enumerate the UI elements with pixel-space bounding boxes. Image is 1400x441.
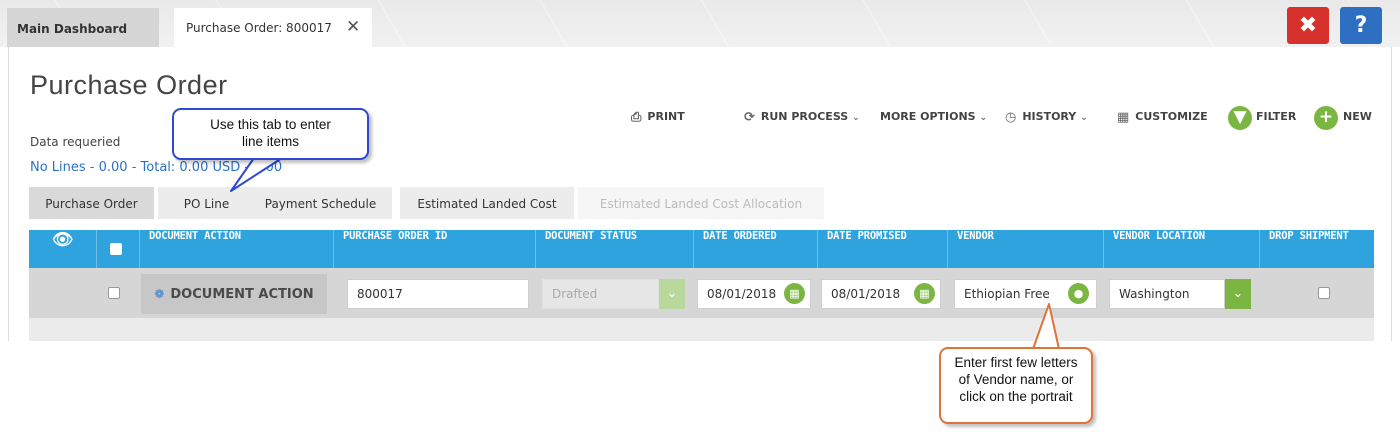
vendor-hint-line-3: click on the portrait	[959, 389, 1073, 404]
vendor-hint-line-1: Enter first few letters	[954, 355, 1078, 370]
document-action-button[interactable]: ❁ DOCUMENT ACTION	[141, 274, 327, 314]
new-label[interactable]: NEW	[1343, 110, 1372, 123]
customize-label: CUSTOMIZE	[1135, 110, 1208, 123]
order-summary: No Lines - 0.00 - Total: 0.00 USD - 0.00	[30, 160, 283, 175]
print-label: PRINT	[647, 110, 685, 123]
vendor-location-select[interactable]: Washington	[1109, 279, 1225, 309]
row-select-checkbox[interactable]	[108, 287, 120, 299]
document-status-select: Drafted	[542, 279, 659, 309]
person-icon[interactable]: ●	[1068, 283, 1089, 304]
printer-icon: ⎙	[631, 110, 642, 125]
calendar-icon[interactable]: ▦	[914, 283, 935, 304]
tab-purchase-order[interactable]: Purchase Order: 800017 ✕	[174, 8, 372, 47]
col-document-action[interactable]: DOCUMENT ACTION	[140, 230, 334, 268]
col-purchase-order-id[interactable]: PURCHASE ORDER ID	[334, 230, 536, 268]
tab-estimated-landed-cost[interactable]: Estimated Landed Cost	[400, 187, 574, 219]
col-document-status[interactable]: DOCUMENT STATUS	[536, 230, 694, 268]
col-date-promised[interactable]: DATE PROMISED	[818, 230, 948, 268]
col-date-ordered[interactable]: DATE ORDERED	[694, 230, 818, 268]
drop-shipment-checkbox[interactable]	[1318, 287, 1330, 299]
col-vendor[interactable]: VENDOR	[948, 230, 1104, 268]
close-icon: ✖	[1298, 13, 1318, 38]
more-options-button[interactable]: MORE OPTIONS ⌄	[880, 110, 987, 123]
col-vendor-location[interactable]: VENDOR LOCATION	[1104, 230, 1260, 268]
vendor-hint-line-2: of Vendor name, or	[958, 372, 1074, 387]
calendar-icon[interactable]: ▦	[784, 283, 805, 304]
customize-button[interactable]: ▦ CUSTOMIZE	[1117, 110, 1208, 125]
print-button[interactable]: ⎙ PRINT	[631, 110, 685, 125]
tab-payment-schedule[interactable]: Payment Schedule	[249, 187, 392, 219]
eye-icon[interactable]: 👁	[29, 230, 97, 268]
gear-icon: ❁	[154, 287, 165, 301]
history-label: HISTORY	[1022, 110, 1077, 123]
tab-po-line[interactable]: PO Line	[158, 187, 255, 219]
close-tab-icon[interactable]: ✕	[346, 17, 360, 37]
run-process-label: RUN PROCESS	[760, 110, 849, 123]
table-icon: ▦	[1117, 110, 1130, 125]
purchase-order-id-input[interactable]: 800017	[347, 279, 529, 309]
chevron-down-icon: ⌄	[852, 113, 860, 123]
select-all-column	[97, 230, 140, 268]
more-options-label: MORE OPTIONS	[880, 110, 976, 123]
refresh-icon: ⟳	[744, 110, 755, 125]
grid-header: 👁 DOCUMENT ACTION PURCHASE ORDER ID DOCU…	[29, 230, 1374, 268]
history-button[interactable]: ◷ HISTORY ⌄	[1005, 110, 1088, 125]
clock-icon: ◷	[1005, 110, 1017, 125]
chevron-down-icon: ⌄	[1080, 113, 1088, 123]
po-line-tab-callout: Use this tab to enter line items	[172, 108, 369, 160]
col-drop-shipment[interactable]: DROP SHIPMENT	[1260, 230, 1374, 268]
run-process-button[interactable]: ⟳ RUN PROCESS ⌄	[744, 110, 860, 125]
help-button[interactable]: ?	[1340, 7, 1382, 44]
tab-main-dashboard[interactable]: Main Dashboard	[7, 8, 159, 47]
tab-hint-line-1: Use this tab to enter	[210, 117, 331, 132]
filter-icon[interactable]: ▼	[1228, 106, 1252, 130]
tab-hint-line-2: line items	[241, 134, 300, 149]
page-title: Purchase Order	[30, 70, 228, 100]
tab-main-dashboard-label: Main Dashboard	[17, 22, 128, 36]
select-all-checkbox[interactable]	[110, 243, 122, 255]
chevron-down-icon: ⌄	[979, 113, 988, 123]
tab-purchase-order-label: Purchase Order: 800017	[186, 21, 332, 35]
chevron-down-icon: ⌄	[659, 279, 685, 309]
document-action-label: DOCUMENT ACTION	[170, 287, 314, 302]
tab-estimated-landed-cost-allocation: Estimated Landed Cost Allocation	[578, 187, 824, 219]
tab-purchase-order-form[interactable]: Purchase Order	[29, 187, 154, 219]
chevron-down-icon[interactable]: ⌄	[1225, 279, 1251, 309]
vendor-callout: Enter first few letters of Vendor name, …	[939, 347, 1093, 424]
help-icon: ?	[1354, 13, 1368, 38]
add-icon[interactable]: +	[1314, 106, 1338, 130]
grid-footer	[29, 318, 1374, 341]
close-window-button[interactable]: ✖	[1287, 7, 1329, 44]
filter-label[interactable]: FILTER	[1256, 110, 1296, 123]
data-required-notice: Data requeried	[30, 135, 121, 149]
